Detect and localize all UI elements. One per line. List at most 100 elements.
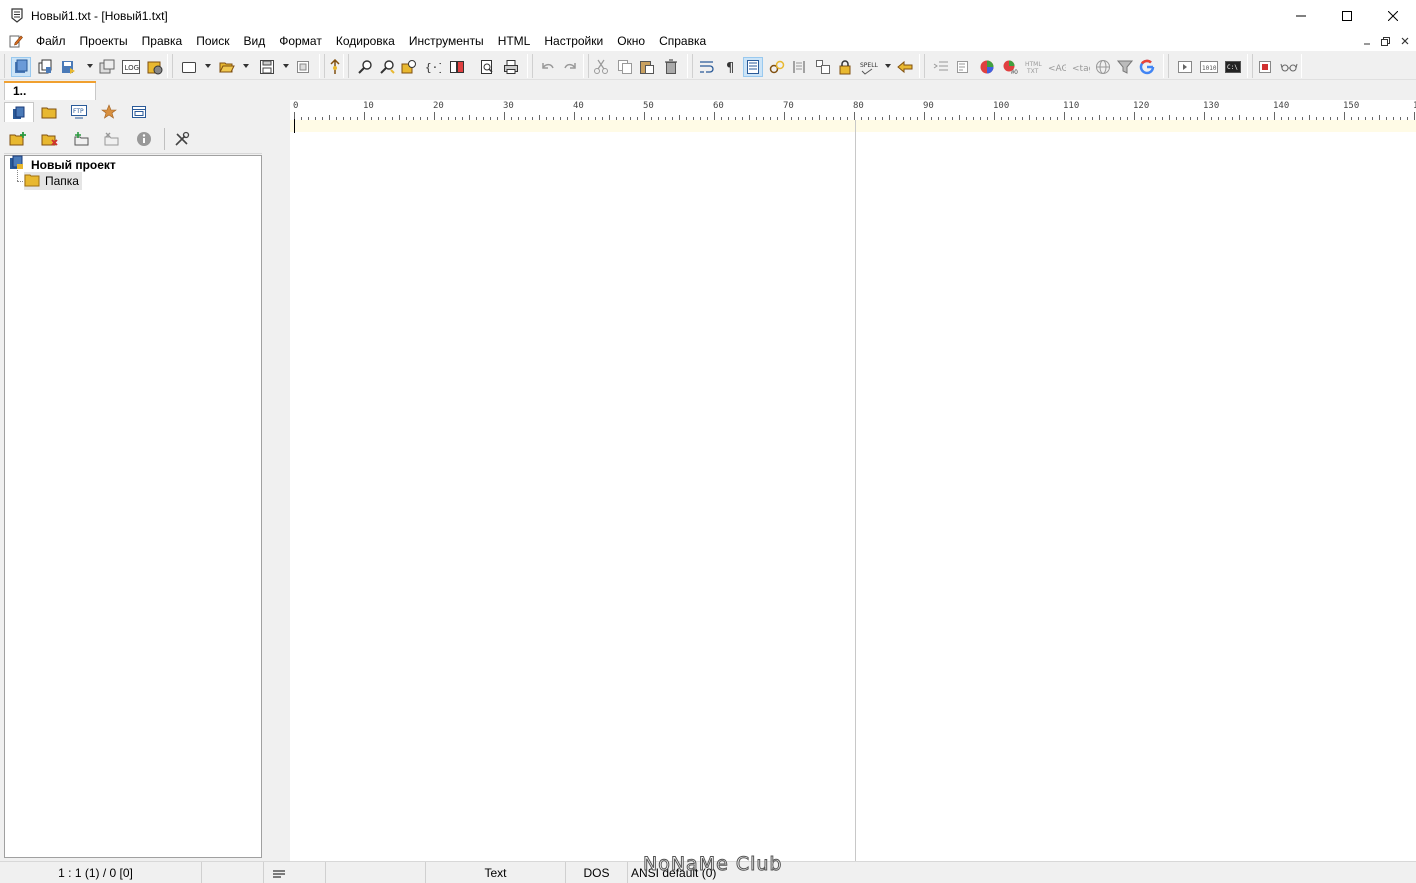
record-icon[interactable] xyxy=(1255,57,1275,77)
info-icon[interactable] xyxy=(134,129,154,149)
spellcheck-icon[interactable]: SPELL xyxy=(859,57,879,77)
tab-ftp[interactable]: FTP xyxy=(64,102,94,122)
tab-favorites[interactable] xyxy=(94,102,124,122)
google-icon[interactable] xyxy=(1137,57,1157,77)
html-txt-icon[interactable]: HTML TXT xyxy=(1023,57,1043,77)
print-icon[interactable] xyxy=(501,57,521,77)
minimize-button[interactable] xyxy=(1278,0,1324,31)
open-file-icon[interactable] xyxy=(217,57,237,77)
copy-icon[interactable] xyxy=(615,57,635,77)
cut-icon[interactable] xyxy=(591,57,611,77)
run-icon[interactable] xyxy=(1175,57,1195,77)
new-file-dropdown[interactable] xyxy=(205,64,211,68)
console-icon[interactable]: C:\ xyxy=(1223,57,1243,77)
window-title: Новый1.txt - [Новый1.txt] xyxy=(31,8,168,23)
open-file-dropdown[interactable] xyxy=(243,64,249,68)
menu-settings[interactable]: Настройки xyxy=(537,31,610,51)
tab-new1-txt[interactable]: 1.. Новый1.txt xyxy=(4,81,96,115)
toolbar-group-tools: #0 HTMLTXT <AG <tag xyxy=(924,54,1164,78)
glasses-icon[interactable] xyxy=(1279,57,1299,77)
tab-explorer[interactable] xyxy=(34,102,64,122)
tag-small-icon[interactable]: <tag xyxy=(1071,57,1091,77)
spellcheck-dropdown[interactable] xyxy=(885,64,891,68)
tab-windows[interactable] xyxy=(124,102,154,122)
save-all-dropdown[interactable] xyxy=(87,64,93,68)
editor-area[interactable]: 0102030405060708090100110120130140150160 xyxy=(290,100,1416,861)
menu-html[interactable]: HTML xyxy=(491,31,538,51)
svg-text:LOG: LOG xyxy=(125,64,140,72)
column-icon[interactable] xyxy=(789,57,809,77)
save-icon[interactable] xyxy=(257,57,277,77)
menu-encoding[interactable]: Кодировка xyxy=(329,31,402,51)
find-in-files-icon[interactable] xyxy=(377,57,397,77)
svg-text:¶: ¶ xyxy=(726,61,734,75)
ruler-label: 50 xyxy=(643,101,654,111)
delete-icon[interactable] xyxy=(661,57,681,77)
open-all-icon[interactable] xyxy=(35,57,55,77)
window-icon[interactable] xyxy=(97,57,117,77)
main-toolbar: LOG {· ¶ SPELL #0 HTML TXT <AG <ta 1010 … xyxy=(0,52,1416,80)
match-brace-icon[interactable]: {·} xyxy=(423,57,443,77)
menu-file[interactable]: Файл xyxy=(29,31,73,51)
tag-icon[interactable]: <AG xyxy=(1047,57,1067,77)
compare-icon[interactable] xyxy=(447,57,467,77)
document-edit-icon[interactable] xyxy=(8,33,24,49)
save-as-icon[interactable] xyxy=(293,57,313,77)
new-file-icon[interactable] xyxy=(179,57,199,77)
menu-view[interactable]: Вид xyxy=(236,31,272,51)
add-project-icon[interactable] xyxy=(8,129,28,149)
new-project-icon[interactable] xyxy=(11,57,31,77)
binary-icon[interactable]: 1010 xyxy=(1199,57,1219,77)
find-icon[interactable] xyxy=(355,57,375,77)
syntax-mode[interactable]: Text xyxy=(426,862,566,883)
menu-window[interactable]: Окно xyxy=(610,31,652,51)
upload-icon[interactable] xyxy=(325,57,345,77)
redo-icon[interactable] xyxy=(561,57,581,77)
menu-format[interactable]: Формат xyxy=(272,31,329,51)
lock-icon[interactable] xyxy=(835,57,855,77)
web-icon[interactable] xyxy=(1093,57,1113,77)
status-empty-cell xyxy=(326,862,426,883)
undo-icon[interactable] xyxy=(537,57,557,77)
menu-search[interactable]: Поиск xyxy=(189,31,236,51)
hex-icon[interactable]: #0 xyxy=(1001,57,1021,77)
settings-icon[interactable] xyxy=(172,129,192,149)
word-wrap-icon[interactable] xyxy=(697,57,717,77)
pilcrow-icon[interactable]: ¶ xyxy=(721,57,741,77)
mdi-close-button[interactable] xyxy=(1397,34,1412,49)
macro-icon[interactable] xyxy=(145,57,165,77)
menu-projects[interactable]: Проекты xyxy=(73,31,135,51)
mdi-restore-button[interactable] xyxy=(1378,34,1393,49)
indent-icon[interactable] xyxy=(931,57,951,77)
mdi-minimize-button[interactable] xyxy=(1359,34,1374,49)
print-preview-icon[interactable] xyxy=(477,57,497,77)
remove-folder-icon[interactable] xyxy=(102,129,122,149)
close-button[interactable] xyxy=(1370,0,1416,31)
tab-projects[interactable] xyxy=(4,102,34,122)
ruler-icon[interactable] xyxy=(743,57,763,77)
format-icon[interactable] xyxy=(953,57,973,77)
paste-icon[interactable] xyxy=(637,57,657,77)
save-dropdown[interactable] xyxy=(283,64,289,68)
maximize-button[interactable] xyxy=(1324,0,1370,31)
menu-help[interactable]: Справка xyxy=(652,31,713,51)
filter-icon[interactable] xyxy=(1115,57,1135,77)
block-icon[interactable] xyxy=(813,57,833,77)
color-icon[interactable] xyxy=(977,57,997,77)
wrap-status-icon[interactable] xyxy=(264,862,326,883)
menu-tools[interactable]: Инструменты xyxy=(402,31,491,51)
line-ending[interactable]: DOS xyxy=(566,862,628,883)
add-folder-icon[interactable] xyxy=(72,129,92,149)
remove-project-icon[interactable] xyxy=(40,129,60,149)
tree-root-project[interactable]: Новый проект xyxy=(9,155,116,173)
log-icon[interactable]: LOG xyxy=(121,57,141,77)
mdi-controls xyxy=(1359,31,1412,51)
save-all-icon[interactable] xyxy=(59,57,79,77)
menu-edit[interactable]: Правка xyxy=(135,31,190,51)
bookmark-icon[interactable] xyxy=(895,57,915,77)
toolbar-separator xyxy=(164,128,165,150)
tree-item-folder[interactable]: Папка xyxy=(24,172,82,190)
replace-icon[interactable] xyxy=(399,57,419,77)
current-line-highlight xyxy=(290,120,1416,132)
spell-icon[interactable] xyxy=(767,57,787,77)
